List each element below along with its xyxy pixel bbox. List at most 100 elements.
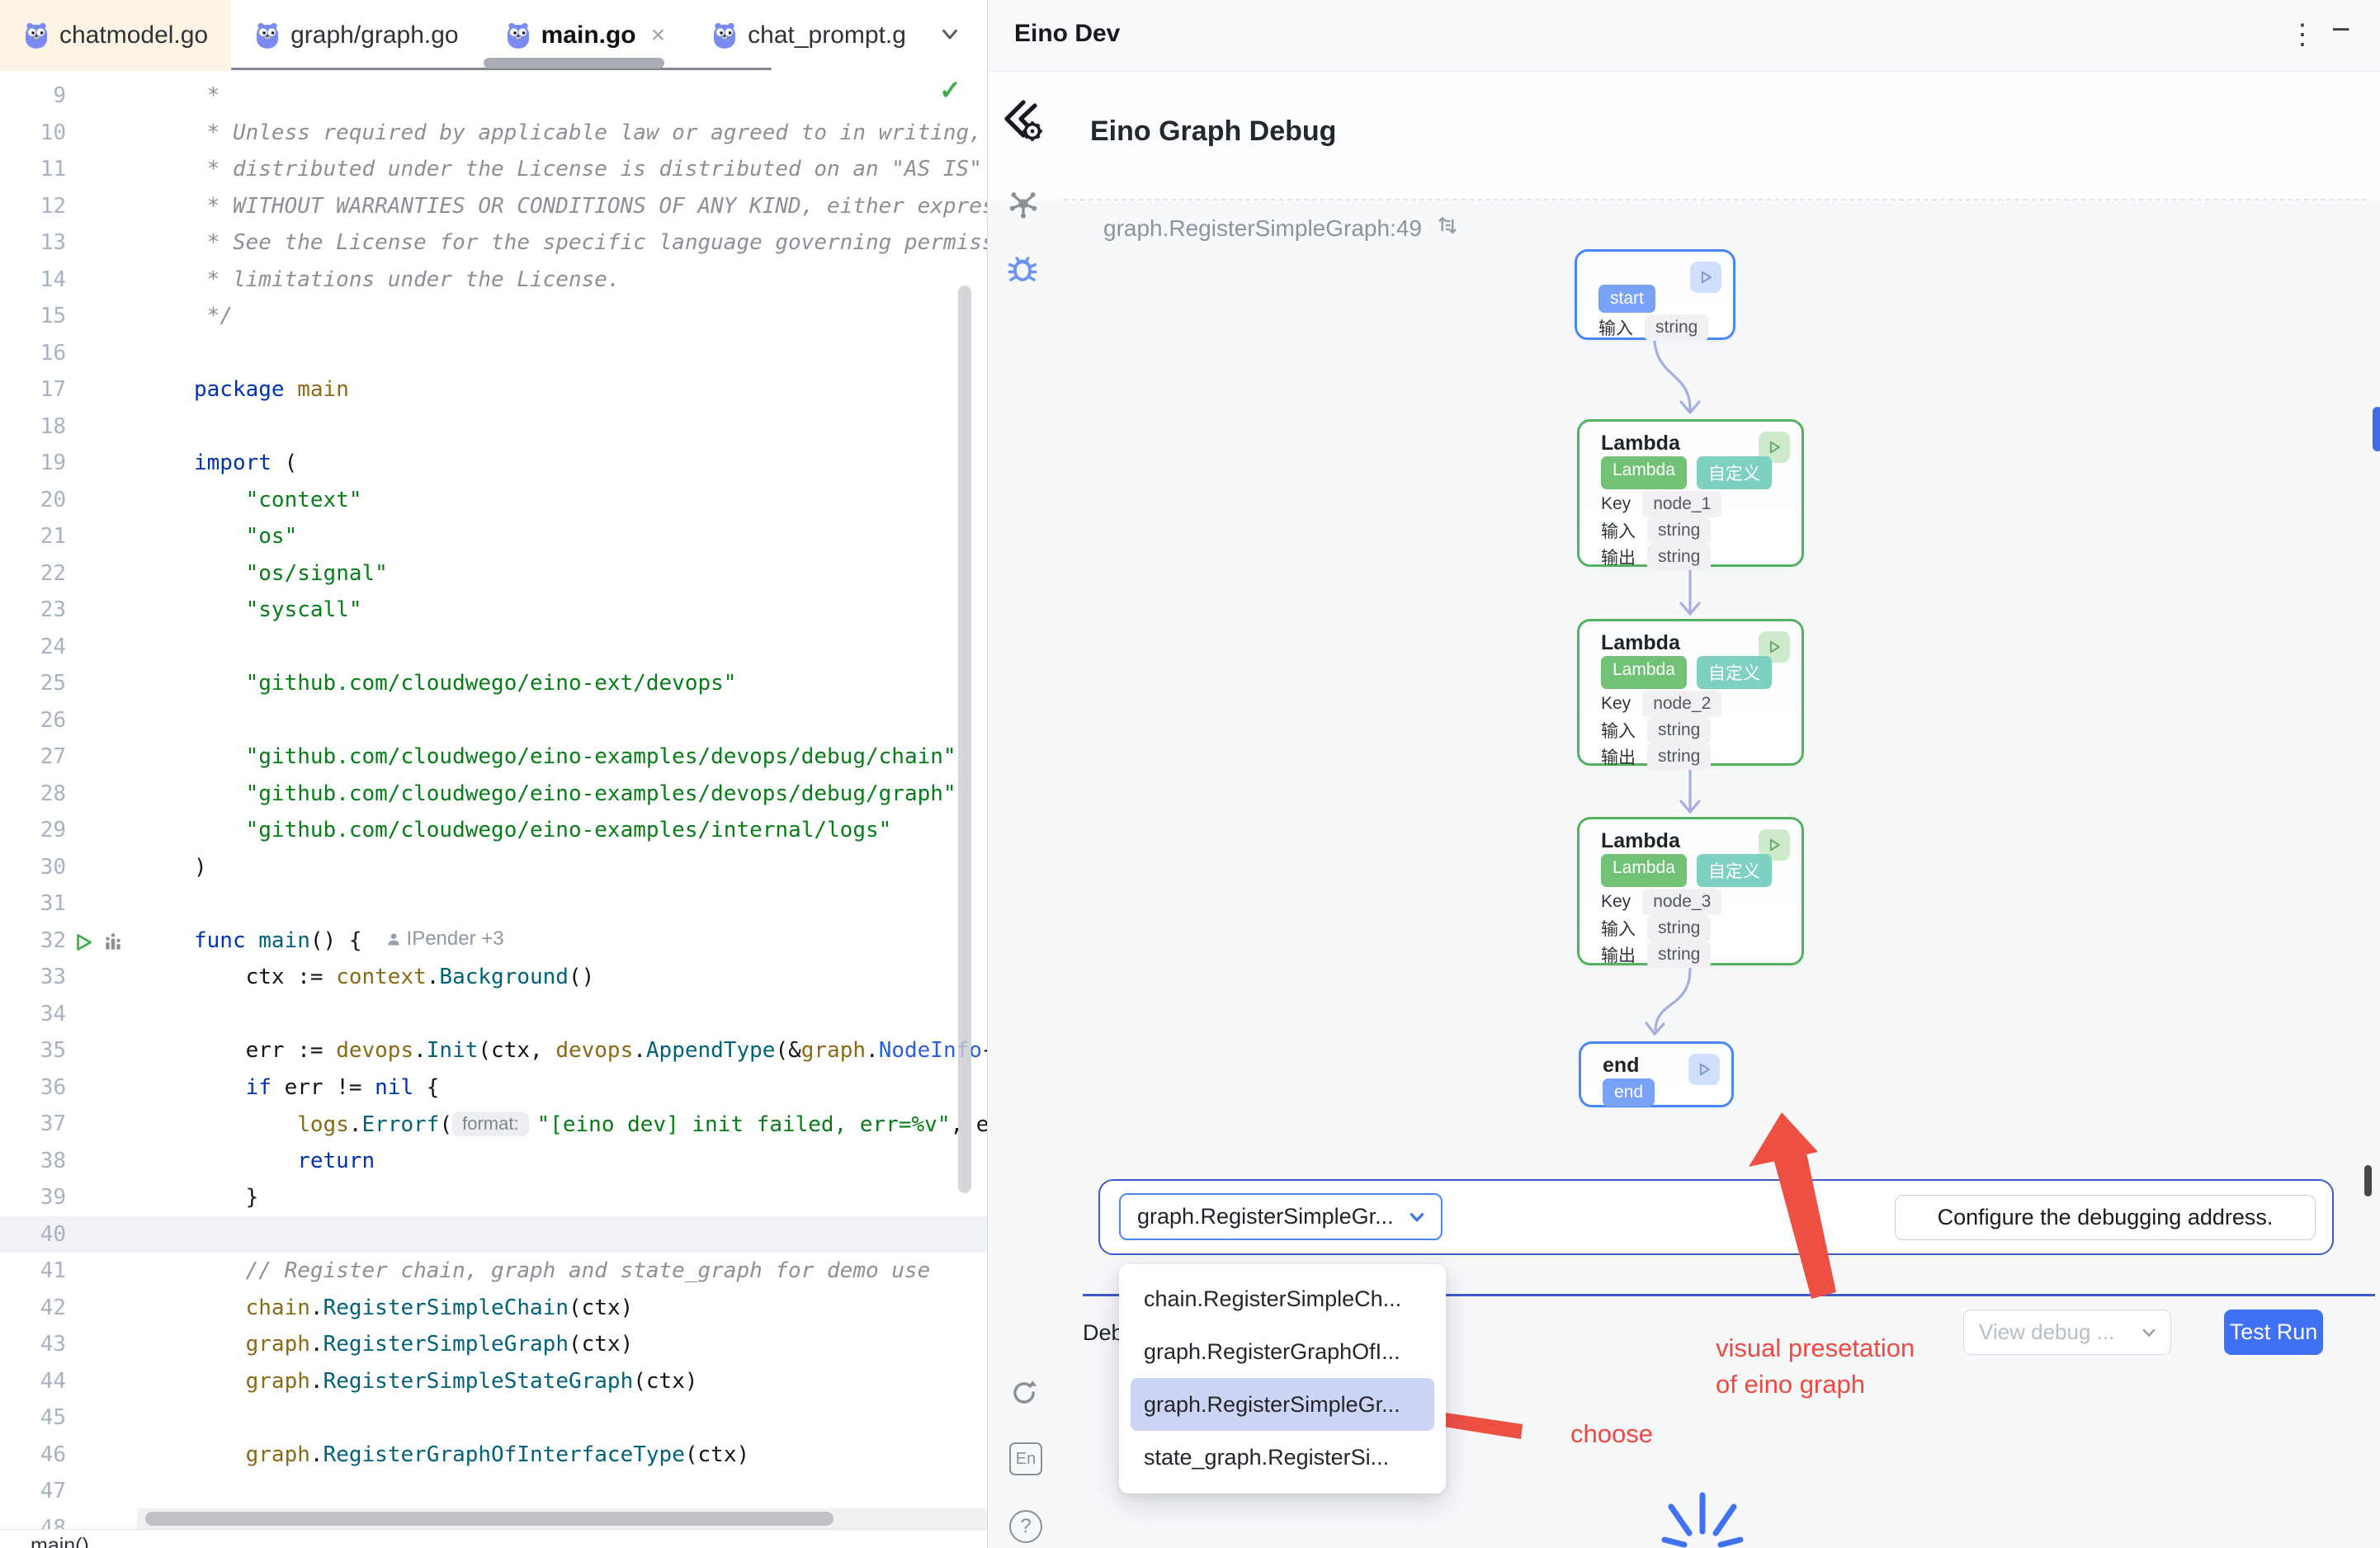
line-number: 47 (0, 1479, 136, 1503)
editor-tab-chatmodel-go[interactable]: chatmodel.go (0, 0, 231, 71)
code-line-43[interactable]: 43 graph.RegisterSimpleGraph(ctx) (0, 1326, 987, 1363)
code-text: if err != nil { (136, 1075, 987, 1100)
tab-list-chevron-down-icon[interactable] (937, 21, 962, 50)
line-number: 10 (0, 120, 136, 145)
line-number: 14 (0, 267, 136, 292)
line-number: 45 (0, 1405, 136, 1430)
line-number: 13 (0, 230, 136, 255)
code-line-46[interactable]: 46 graph.RegisterGraphOfInterfaceType(ct… (0, 1437, 987, 1474)
code-line-41[interactable]: 41 // Register chain, graph and state_gr… (0, 1253, 987, 1290)
code-text: graph.RegisterGraphOfInterfaceType(ctx) (136, 1442, 987, 1467)
code-line-10[interactable]: 10 * Unless required by applicable law o… (0, 115, 987, 152)
code-text: * See the License for the specific langu… (136, 230, 987, 255)
code-line-36[interactable]: 36 if err != nil { (0, 1069, 987, 1107)
code-line-26[interactable]: 26 (0, 702, 987, 739)
code-line-42[interactable]: 42 chain.RegisterSimpleChain(ctx) (0, 1290, 987, 1327)
code-line-22[interactable]: 22 "os/signal" (0, 555, 987, 592)
code-line-13[interactable]: 13 * See the License for the specific la… (0, 224, 987, 262)
code-line-38[interactable]: 38 return (0, 1143, 987, 1180)
line-number: 24 (0, 635, 136, 659)
code-line-18[interactable]: 18 (0, 408, 987, 446)
code-line-14[interactable]: 14 * limitations under the License. (0, 262, 987, 299)
editor-tab-graph-graph-go[interactable]: graph/graph.go (231, 0, 482, 71)
code-text: "os/signal" (136, 561, 987, 586)
panel-scrollbar-thumb[interactable] (2373, 407, 2380, 451)
code-line-44[interactable]: 44 graph.RegisterSimpleStateGraph(ctx) (0, 1363, 987, 1400)
code-text: "os" (136, 524, 987, 549)
parameter-hint-inlay: format: (452, 1111, 528, 1136)
go-file-icon (23, 21, 50, 50)
line-number: 37 (0, 1111, 136, 1136)
profiler-icon[interactable] (102, 932, 124, 959)
editor-tab-chat-prompt-g[interactable]: chat_prompt.g (688, 0, 929, 71)
tab-scrollbar-thumb[interactable] (484, 58, 664, 68)
tab-close-icon[interactable]: × (651, 21, 666, 50)
code-text: chain.RegisterSimpleChain(ctx) (136, 1296, 987, 1320)
code-text: "context" (136, 488, 987, 512)
line-number: 43 (0, 1332, 136, 1357)
line-number: 22 (0, 561, 136, 586)
code-line-17[interactable]: 17package main (0, 371, 987, 408)
line-number: 9 (0, 83, 136, 108)
line-number: 25 (0, 671, 136, 696)
code-line-20[interactable]: 20 "context" (0, 482, 987, 519)
line-number: 35 (0, 1038, 136, 1063)
code-line-45[interactable]: 45 (0, 1399, 987, 1437)
code-line-37[interactable]: 37 logs.Errorf(format:"[eino dev] init f… (0, 1106, 987, 1143)
line-number: 33 (0, 965, 136, 989)
code-line-31[interactable]: 31 (0, 885, 987, 923)
line-number: 46 (0, 1442, 136, 1467)
dropdown-option-3[interactable]: state_graph.RegisterSi... (1119, 1431, 1446, 1484)
code-line-12[interactable]: 12 * WITHOUT WARRANTIES OR CONDITIONS OF… (0, 188, 987, 225)
editor-vertical-scrollbar-thumb[interactable] (958, 286, 971, 1193)
eino-dev-panel: Eino Dev ⋮ − (987, 0, 2380, 1548)
line-number: 40 (0, 1222, 136, 1247)
dropdown-option-0[interactable]: chain.RegisterSimpleCh... (1119, 1272, 1446, 1325)
code-line-39[interactable]: 39 } (0, 1179, 987, 1216)
breadcrumb[interactable]: main() (31, 1534, 89, 1548)
code-line-35[interactable]: 35 err := devops.Init(ctx, devops.Append… (0, 1032, 987, 1069)
line-number: 44 (0, 1369, 136, 1394)
code-line-33[interactable]: 33 ctx := context.Background() (0, 959, 987, 996)
code-line-27[interactable]: 27 "github.com/cloudwego/eino-examples/d… (0, 739, 987, 776)
code-line-11[interactable]: 11 * distributed under the License is di… (0, 151, 987, 188)
code-line-30[interactable]: 30) (0, 849, 987, 886)
go-file-icon (254, 21, 281, 50)
code-line-40[interactable]: 40 (0, 1216, 987, 1253)
code-text: */ (136, 304, 987, 328)
editor-horizontal-scrollbar-thumb[interactable] (145, 1512, 833, 1526)
tab-label: graph/graph.go (290, 21, 459, 50)
inspections-check-icon[interactable]: ✓ (939, 74, 961, 106)
code-line-19[interactable]: 19import ( (0, 445, 987, 482)
dropdown-option-2[interactable]: graph.RegisterSimpleGr... (1131, 1378, 1434, 1431)
code-line-34[interactable]: 34 (0, 996, 987, 1033)
code-text: err := devops.Init(ctx, devops.AppendTyp… (136, 1038, 987, 1063)
tabbar-extra: ⋮ (929, 0, 987, 71)
code-line-47[interactable]: 47 (0, 1473, 987, 1510)
code-text: "github.com/cloudwego/eino-examples/devo… (136, 781, 987, 806)
run-main-icon[interactable] (73, 932, 94, 959)
code-line-16[interactable]: 16 (0, 335, 987, 372)
code-line-15[interactable]: 15 */ (0, 298, 987, 335)
line-number: 11 (0, 157, 136, 182)
code-line-28[interactable]: 28 "github.com/cloudwego/eino-examples/d… (0, 776, 987, 813)
line-number: 29 (0, 818, 136, 842)
code-vision-author[interactable]: IPender +3 (385, 927, 504, 951)
breadcrumb-bar: main() (0, 1529, 987, 1548)
code-line-23[interactable]: 23 "syscall" (0, 592, 987, 629)
line-number: 23 (0, 597, 136, 622)
code-text: "github.com/cloudwego/eino-ext/devops" (136, 671, 987, 696)
code-line-25[interactable]: 25 "github.com/cloudwego/eino-ext/devops… (0, 665, 987, 702)
section-scrollbar-thumb[interactable] (2364, 1165, 2372, 1196)
go-file-icon (505, 21, 531, 50)
code-line-24[interactable]: 24 (0, 629, 987, 666)
code-line-29[interactable]: 29 "github.com/cloudwego/eino-examples/i… (0, 812, 987, 849)
code-line-21[interactable]: 21 "os" (0, 518, 987, 555)
line-number: 41 (0, 1258, 136, 1283)
line-number: 36 (0, 1075, 136, 1100)
code-editor[interactable]: 9 *10 * Unless required by applicable la… (0, 71, 987, 1529)
line-number: 39 (0, 1185, 136, 1210)
code-line-32[interactable]: 32func main() {IPender +3 (0, 923, 987, 960)
code-line-9[interactable]: 9 * (0, 78, 987, 115)
dropdown-option-1[interactable]: graph.RegisterGraphOfI... (1119, 1325, 1446, 1378)
